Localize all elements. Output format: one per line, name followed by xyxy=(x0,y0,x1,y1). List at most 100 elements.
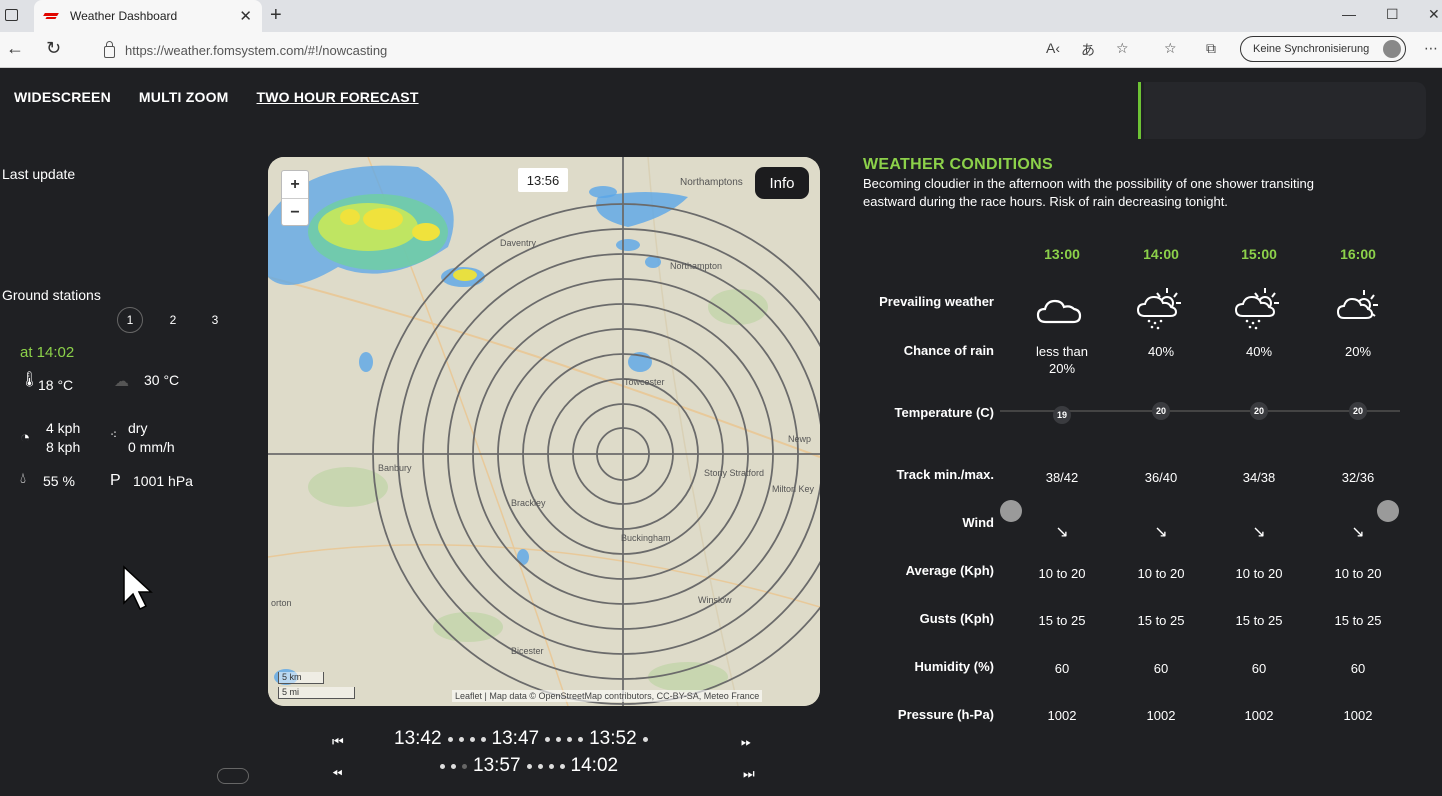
station-time: at 14:02 xyxy=(20,344,75,361)
mouse-cursor-icon xyxy=(123,565,153,611)
dashboard-nav: WIDESCREEN MULTI ZOOM TWO HOUR FORECAST xyxy=(14,89,419,105)
gusts-cell: 15 to 25 xyxy=(1038,613,1086,628)
gusts-cell: 15 to 25 xyxy=(1235,613,1283,628)
temperature-point: 19 xyxy=(1053,406,1071,424)
thermometer-icon: 🌡︎ xyxy=(20,371,40,388)
timeline-frame[interactable]: 13:47 xyxy=(492,728,540,750)
place-label: Northamptons xyxy=(680,177,743,188)
station-2-button[interactable]: 2 xyxy=(160,307,186,333)
place-label: Bicester xyxy=(511,646,544,656)
close-window-icon[interactable]: ✕ xyxy=(1428,6,1440,23)
skip-end-icon[interactable]: ⏭︎ xyxy=(743,766,755,782)
hour-header: 13:00 xyxy=(1044,246,1080,262)
map-frame-time: 13:56 xyxy=(518,168,568,192)
place-label: Buckingham xyxy=(621,533,671,543)
forecast-slider-start-handle[interactable] xyxy=(1000,500,1022,522)
profile-label: Keine Synchronisierung xyxy=(1253,43,1370,55)
chance-cell: less than 20% xyxy=(1035,344,1089,376)
zoom-out-button[interactable]: − xyxy=(282,199,308,227)
zoom-in-button[interactable]: + xyxy=(282,171,308,199)
new-tab-icon[interactable]: + xyxy=(270,4,282,27)
timeline-frame[interactable]: 13:52 xyxy=(589,728,637,750)
humidity-icon: 💧︎ xyxy=(20,470,27,487)
row-label-humidity: Humidity (%) xyxy=(914,659,994,674)
lock-icon xyxy=(104,41,115,58)
station-3-button[interactable]: 3 xyxy=(202,307,228,333)
rain-rate: 0 mm/h xyxy=(128,439,175,455)
more-menu-icon[interactable]: ⋯ xyxy=(1424,40,1438,57)
rewind-icon[interactable]: ⏪︎ xyxy=(332,766,342,782)
favorite-add-icon[interactable]: ☆ xyxy=(1116,40,1129,57)
top-right-panel xyxy=(1144,82,1426,139)
profile-button[interactable]: Keine Synchronisierung xyxy=(1240,36,1406,62)
panel-accent-bar xyxy=(1138,82,1141,139)
nav-multi-zoom[interactable]: MULTI ZOOM xyxy=(139,89,229,105)
timeline-frame[interactable]: 13:42 xyxy=(394,728,442,750)
place-label: Winslow xyxy=(698,595,732,605)
radar-map[interactable]: Northamptons Daventry Northampton Towces… xyxy=(268,157,820,706)
track-temperature: 30 °C xyxy=(144,372,180,388)
maximize-icon[interactable]: ☐ xyxy=(1386,6,1399,23)
minimize-icon[interactable]: — xyxy=(1342,6,1356,22)
chance-cell: 20% xyxy=(1344,344,1372,359)
timeline-row-1: 13:42 13:47 13:52 xyxy=(394,728,648,750)
collections-icon[interactable]: ⧉ xyxy=(1206,40,1216,57)
place-label: Northampton xyxy=(670,261,723,271)
humidity-cell: 60 xyxy=(1054,661,1070,676)
place-label: Daventry xyxy=(500,238,537,248)
temperature-point: 20 xyxy=(1250,402,1268,420)
pressure-value: 1001 hPa xyxy=(133,473,193,489)
fast-forward-icon[interactable]: ⏩︎ xyxy=(741,734,751,750)
temperature-point: 20 xyxy=(1152,402,1170,420)
map-info-button[interactable]: Info xyxy=(755,167,809,199)
humidity-cell: 60 xyxy=(1251,661,1267,676)
refresh-icon[interactable]: ↻ xyxy=(46,38,61,59)
skip-start-icon[interactable]: ⏮︎ xyxy=(332,734,344,750)
average-cell: 10 to 20 xyxy=(1137,566,1185,581)
last-update-label: Last update xyxy=(2,166,76,182)
browser-tab[interactable]: Weather Dashboard ✕ xyxy=(34,0,262,32)
url-field[interactable]: https://weather.fomsystem.com/#!/nowcast… xyxy=(90,36,1136,64)
timeline-frame[interactable]: 13:57 xyxy=(473,755,521,777)
pressure-cell: 1002 xyxy=(1146,708,1176,723)
address-bar: ← ↻ https://weather.fomsystem.com/#!/now… xyxy=(0,32,1442,68)
tab-actions-icon[interactable] xyxy=(5,9,18,21)
close-tab-icon[interactable]: ✕ xyxy=(239,7,252,25)
place-label: orton xyxy=(271,598,292,608)
timeline-frame[interactable]: 14:02 xyxy=(571,755,619,777)
row-label-wind: Wind xyxy=(962,515,994,530)
conditions-description: Becoming cloudier in the afternoon with … xyxy=(863,176,1314,209)
hour-header: 14:00 xyxy=(1143,246,1179,262)
avatar xyxy=(1383,40,1401,58)
wind-gauge-icon: ◔ xyxy=(20,428,31,447)
read-aloud-icon[interactable]: A‹ xyxy=(1046,40,1060,56)
conditions-title: WEATHER CONDITIONS xyxy=(863,156,1053,173)
row-label-pressure: Pressure (h-Pa) xyxy=(897,707,994,722)
nav-two-hour-forecast[interactable]: TWO HOUR FORECAST xyxy=(257,89,419,105)
back-icon[interactable]: ← xyxy=(6,38,24,59)
wind-speed: 4 kph xyxy=(46,420,81,436)
nav-widescreen[interactable]: WIDESCREEN xyxy=(14,89,111,105)
track-cell: 32/36 xyxy=(1341,470,1375,485)
place-label: Towcester xyxy=(624,377,665,387)
row-label-average: Average (Kph) xyxy=(905,563,994,578)
hour-header: 15:00 xyxy=(1241,246,1277,262)
average-cell: 10 to 20 xyxy=(1334,566,1382,581)
timeline-row-2: 13:57 14:02 xyxy=(440,755,618,777)
temperature-point: 20 xyxy=(1349,402,1367,420)
translate-icon[interactable]: あ xyxy=(1081,40,1095,60)
scale-km: 5 km xyxy=(278,672,324,684)
browser-tab-bar: Weather Dashboard ✕ + — ☐ ✕ xyxy=(0,0,1442,32)
scale-mi: 5 mi xyxy=(278,687,355,699)
camera-icon[interactable] xyxy=(217,768,249,784)
forecast-slider-end-handle[interactable] xyxy=(1377,500,1399,522)
humidity-cell: 60 xyxy=(1153,661,1169,676)
row-label-prevailing: Prevailing weather xyxy=(879,294,994,309)
sun-cloud-icon xyxy=(1336,290,1378,319)
chance-cell: 40% xyxy=(1147,344,1175,359)
station-1-button[interactable]: 1 xyxy=(117,307,143,333)
map-attribution[interactable]: Leaflet | Map data © OpenStreetMap contr… xyxy=(452,690,763,702)
favorites-icon[interactable]: ☆ xyxy=(1164,40,1177,57)
row-label-temperature: Temperature (C) xyxy=(894,405,994,420)
wind-direction-icon: ↘ xyxy=(1154,524,1168,541)
